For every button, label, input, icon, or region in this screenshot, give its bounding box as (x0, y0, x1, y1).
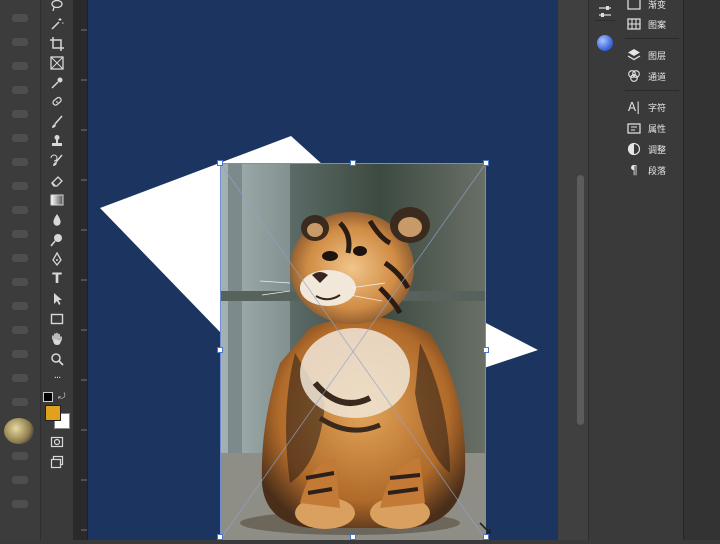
panel-item-paragraph[interactable]: ¶ 段落 (627, 160, 666, 180)
collapsed-panel-icon[interactable] (12, 206, 28, 214)
collapsed-panel-icon[interactable] (12, 302, 28, 310)
gradient-panel-icon (627, 0, 641, 11)
eraser-icon[interactable] (48, 172, 66, 190)
ruler-ticks (81, 29, 87, 531)
collapsed-panel-icon[interactable] (12, 158, 28, 166)
more-tools-icon[interactable]: ··· (48, 370, 66, 388)
lasso-icon[interactable] (48, 0, 66, 14)
default-colors-icon[interactable] (43, 392, 53, 402)
transform-diagonals (220, 163, 486, 540)
right-edge-panel (683, 0, 720, 540)
panel-item-label: 图案 (648, 20, 667, 31)
collapsed-panel-icon[interactable] (12, 398, 28, 406)
collapsed-panel-icon[interactable] (12, 86, 28, 94)
zoom-icon[interactable] (48, 350, 66, 368)
history-brush-icon[interactable] (48, 152, 66, 170)
mouse-cursor-icon (479, 522, 491, 534)
panels-dock: 渐变 图案 图层 通道 A| 字符 属性 调整 ¶ 段落 (621, 0, 683, 540)
character-panel-icon: A| (627, 100, 641, 114)
layers-panel-icon (627, 48, 641, 62)
transform-handle-top[interactable] (350, 160, 356, 166)
collapsed-panel-icon[interactable] (12, 278, 28, 286)
collapsed-panel-icon[interactable] (12, 476, 28, 484)
panel-item-adjustments[interactable]: 调整 (627, 139, 666, 159)
panel-item-properties[interactable]: 属性 (627, 118, 666, 138)
spot-healing-icon[interactable] (48, 93, 66, 111)
type-icon[interactable]: T (48, 270, 66, 288)
transform-handle-bottom-left[interactable] (217, 534, 223, 540)
collapsed-panel-icon[interactable] (12, 254, 28, 262)
panel-item-channels[interactable]: 通道 (627, 66, 666, 86)
transform-handle-bottom-right[interactable] (483, 534, 489, 540)
panel-item-gradients[interactable]: 渐变 (627, 0, 666, 14)
pattern-panel-icon (627, 17, 641, 31)
transform-handle-top-right[interactable] (483, 160, 489, 166)
brush-icon[interactable] (48, 113, 66, 131)
rectangle-icon[interactable] (48, 310, 66, 328)
transform-handle-right[interactable] (483, 347, 489, 353)
paragraph-panel-icon: ¶ (630, 163, 638, 177)
blur-icon[interactable] (48, 211, 66, 229)
frame-icon[interactable] (48, 54, 66, 72)
color-wheel-icon[interactable] (597, 35, 613, 51)
screen-mode-icon[interactable] (48, 453, 66, 471)
transform-handle-top-left[interactable] (217, 160, 223, 166)
panel-item-label: 通道 (648, 72, 667, 83)
left-collapsed-panel (0, 0, 40, 540)
dodge-icon[interactable] (48, 231, 66, 249)
collapsed-panel-icon[interactable] (12, 230, 28, 238)
blurred-thumbnail (4, 418, 34, 444)
collapsed-panel-strip (588, 0, 622, 540)
collapsed-panel-icon[interactable] (12, 38, 28, 46)
properties-panel-icon (627, 121, 641, 135)
collapsed-panel-icon[interactable] (12, 110, 28, 118)
collapsed-panel-icon[interactable] (12, 62, 28, 70)
clone-stamp-icon[interactable] (48, 132, 66, 150)
collapsed-panel-icon[interactable] (12, 14, 28, 22)
collapsed-panel-icon[interactable] (12, 452, 28, 460)
panel-item-character[interactable]: A| 字符 (627, 97, 666, 117)
vertical-scrollbar-thumb[interactable] (577, 175, 584, 425)
collapsed-panel-icon[interactable] (12, 182, 28, 190)
collapsed-panel-icon[interactable] (12, 326, 28, 334)
crop-icon[interactable] (48, 35, 66, 53)
hand-icon[interactable] (48, 330, 66, 348)
panel-item-label: 段落 (648, 166, 667, 177)
transform-handle-left[interactable] (217, 347, 223, 353)
panel-item-label: 调整 (648, 145, 667, 156)
panel-item-label: 渐变 (648, 0, 667, 11)
quick-mask-icon[interactable] (48, 433, 66, 451)
tools-toolbar: T ··· ⤾ (40, 0, 74, 540)
foreground-color-swatch[interactable] (45, 405, 61, 421)
panel-item-label: 图层 (648, 51, 667, 62)
swap-colors-icon[interactable]: ⤾ (58, 392, 68, 402)
transform-handle-bottom[interactable] (350, 534, 356, 540)
document-canvas[interactable] (88, 0, 558, 540)
collapsed-panel-icon[interactable] (12, 134, 28, 142)
panel-item-label: 属性 (648, 124, 667, 135)
gradient-icon[interactable] (48, 191, 66, 209)
magic-wand-icon[interactable] (48, 15, 66, 33)
collapsed-panel-icon[interactable] (12, 350, 28, 358)
eyedropper-icon[interactable] (48, 74, 66, 92)
white-paper-shape-lower (484, 322, 538, 368)
pen-icon[interactable] (48, 250, 66, 268)
adjustments-panel-icon (627, 142, 641, 156)
vertical-ruler[interactable] (73, 0, 88, 540)
path-selection-icon[interactable] (48, 290, 66, 308)
panel-item-label: 字符 (648, 103, 667, 114)
tiger-image-layer[interactable] (220, 163, 486, 540)
collapsed-panel-icon[interactable] (12, 374, 28, 382)
panel-item-patterns[interactable]: 图案 (627, 14, 666, 34)
adjust-sliders-icon[interactable] (597, 4, 613, 20)
channels-panel-icon (627, 69, 641, 83)
collapsed-panel-icon[interactable] (12, 500, 28, 508)
panel-item-layers[interactable]: 图层 (627, 45, 666, 65)
